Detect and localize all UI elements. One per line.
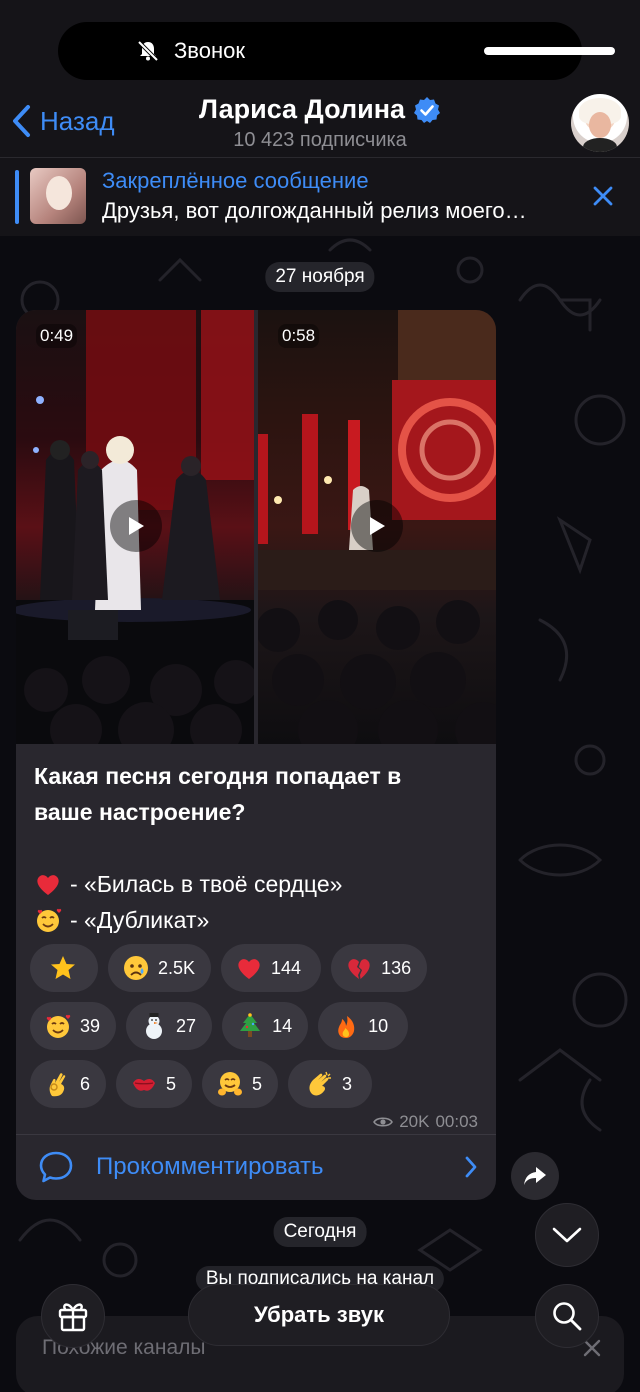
fire-icon xyxy=(338,1016,355,1038)
ok-hand-icon xyxy=(49,1073,66,1097)
comment-label: Прокомментировать xyxy=(96,1153,324,1180)
reaction-chip[interactable]: 136 xyxy=(331,944,428,992)
channel-post[interactable]: 0:49 0:58 Какая песня сегодня попадает в… xyxy=(16,310,496,1200)
play-button[interactable] xyxy=(351,500,403,552)
poll-option-text: - «Дубликат» xyxy=(70,907,210,933)
channel-avatar[interactable] xyxy=(571,94,629,152)
back-button[interactable]: Назад xyxy=(12,104,115,138)
play-button[interactable] xyxy=(110,500,162,552)
reaction-count: 27 xyxy=(176,1015,197,1036)
share-arrow-icon xyxy=(524,1167,546,1185)
channel-title: Лариса Долина xyxy=(198,94,406,124)
broken-heart-icon xyxy=(348,959,370,979)
reaction-chip[interactable]: 3 xyxy=(288,1060,373,1108)
star-icon xyxy=(51,956,75,979)
pinned-indicator xyxy=(15,170,19,224)
video-album: 0:49 0:58 xyxy=(16,310,496,744)
reaction-chip[interactable]: 10 xyxy=(318,1002,409,1050)
active-call-pill[interactable]: Звонок xyxy=(58,22,615,80)
poll-option: - «Билась в твоё сердце» xyxy=(34,866,482,902)
reaction-count: 3 xyxy=(342,1073,353,1094)
view-count: 20K xyxy=(399,1112,430,1131)
post-question-line: ваше настроение? xyxy=(34,799,246,825)
chevron-down-icon xyxy=(552,1227,582,1243)
red-heart-icon xyxy=(238,959,260,979)
reaction-chip[interactable]: 14 xyxy=(222,1002,309,1050)
call-activity-bar xyxy=(484,47,615,55)
smiling-face-with-hearts-icon xyxy=(37,908,62,932)
poll-option-text: - «Билась в твоё сердце» xyxy=(70,871,343,897)
bottom-bar: Убрать звук xyxy=(0,1282,640,1350)
verified-badge-icon xyxy=(414,96,441,123)
mute-button[interactable]: Убрать звук xyxy=(188,1284,450,1346)
pinned-title: Закреплённое сообщение xyxy=(102,168,369,193)
pinned-thumbnail xyxy=(30,168,86,224)
reaction-chip[interactable]: 27 xyxy=(126,1002,213,1050)
channel-header: Звонок Назад Лариса Долина 10 423 подпис… xyxy=(0,0,640,236)
hugging-face-icon xyxy=(218,1072,243,1096)
reaction-count: 10 xyxy=(368,1015,389,1036)
gift-button[interactable] xyxy=(41,1284,105,1348)
channel-title-block[interactable]: Лариса Долина 10 423 подписчика xyxy=(150,94,490,152)
close-icon[interactable] xyxy=(591,184,615,208)
reactions-panel: 2.5K 144 136 39 27 14 10 6 5 5 3 xyxy=(30,944,480,1118)
pinned-text: Друзья, вот долгожданный релиз моего… xyxy=(102,198,527,223)
poll-option: - «Дубликат» xyxy=(34,902,482,938)
gift-icon xyxy=(58,1303,88,1332)
search-button[interactable] xyxy=(535,1284,599,1348)
reaction-count: 144 xyxy=(271,957,302,978)
post-text: Какая песня сегодня попадает в ваше наст… xyxy=(34,758,482,938)
post-time: 00:03 xyxy=(435,1112,478,1131)
reaction-count: 14 xyxy=(272,1015,293,1036)
pinned-message-bar[interactable]: Закреплённое сообщение Друзья, вот долго… xyxy=(0,157,640,235)
reaction-chip[interactable]: 5 xyxy=(116,1060,193,1108)
scroll-down-button[interactable] xyxy=(535,1203,599,1267)
video-duration: 0:58 xyxy=(278,324,320,348)
reaction-chip[interactable]: 6 xyxy=(30,1060,107,1108)
reaction-chip[interactable]: 144 xyxy=(221,944,322,992)
red-heart-icon xyxy=(37,875,59,895)
reaction-chip[interactable]: 2.5K xyxy=(108,944,212,992)
kiss-mark-icon xyxy=(133,1078,156,1091)
smiling-face-with-hearts-icon xyxy=(46,1014,71,1038)
back-label: Назад xyxy=(40,105,115,136)
snowman-icon xyxy=(146,1013,163,1039)
post-meta: 20K 00:03 xyxy=(373,1112,478,1132)
video-thumbnail[interactable]: 0:49 xyxy=(16,310,254,744)
crying-face-icon xyxy=(124,956,148,980)
subscriber-count: 10 423 подписчика xyxy=(233,129,407,151)
reaction-count: 2.5K xyxy=(158,957,196,978)
comment-bubble-icon xyxy=(39,1151,73,1183)
play-icon xyxy=(129,517,144,535)
reaction-count: 5 xyxy=(166,1073,177,1094)
date-separator: 27 ноября xyxy=(265,262,375,292)
reaction-chip[interactable]: 39 xyxy=(30,1002,117,1050)
reaction-chip[interactable]: 5 xyxy=(202,1060,279,1108)
eye-icon xyxy=(373,1117,394,1127)
comment-button[interactable]: Прокомментировать xyxy=(38,1148,478,1186)
reaction-count: 136 xyxy=(381,957,412,978)
share-button[interactable] xyxy=(511,1152,559,1200)
chevron-right-icon xyxy=(465,1156,477,1178)
date-separator: Сегодня xyxy=(273,1217,367,1247)
christmas-tree-icon xyxy=(240,1013,261,1037)
play-icon xyxy=(370,517,385,535)
reaction-chip[interactable] xyxy=(30,944,98,992)
divider xyxy=(16,1134,496,1135)
search-icon xyxy=(553,1302,582,1331)
clapping-hands-icon xyxy=(309,1071,332,1096)
chevron-left-icon xyxy=(13,105,30,137)
call-status-text: Звонок xyxy=(174,38,245,63)
bell-slash-icon xyxy=(137,40,159,62)
reaction-count: 5 xyxy=(252,1073,263,1094)
post-question-line: Какая песня сегодня попадает в xyxy=(34,763,402,789)
video-thumbnail[interactable]: 0:58 xyxy=(258,310,496,744)
reaction-count: 6 xyxy=(80,1073,91,1094)
video-duration: 0:49 xyxy=(36,324,78,348)
reaction-count: 39 xyxy=(80,1015,101,1036)
